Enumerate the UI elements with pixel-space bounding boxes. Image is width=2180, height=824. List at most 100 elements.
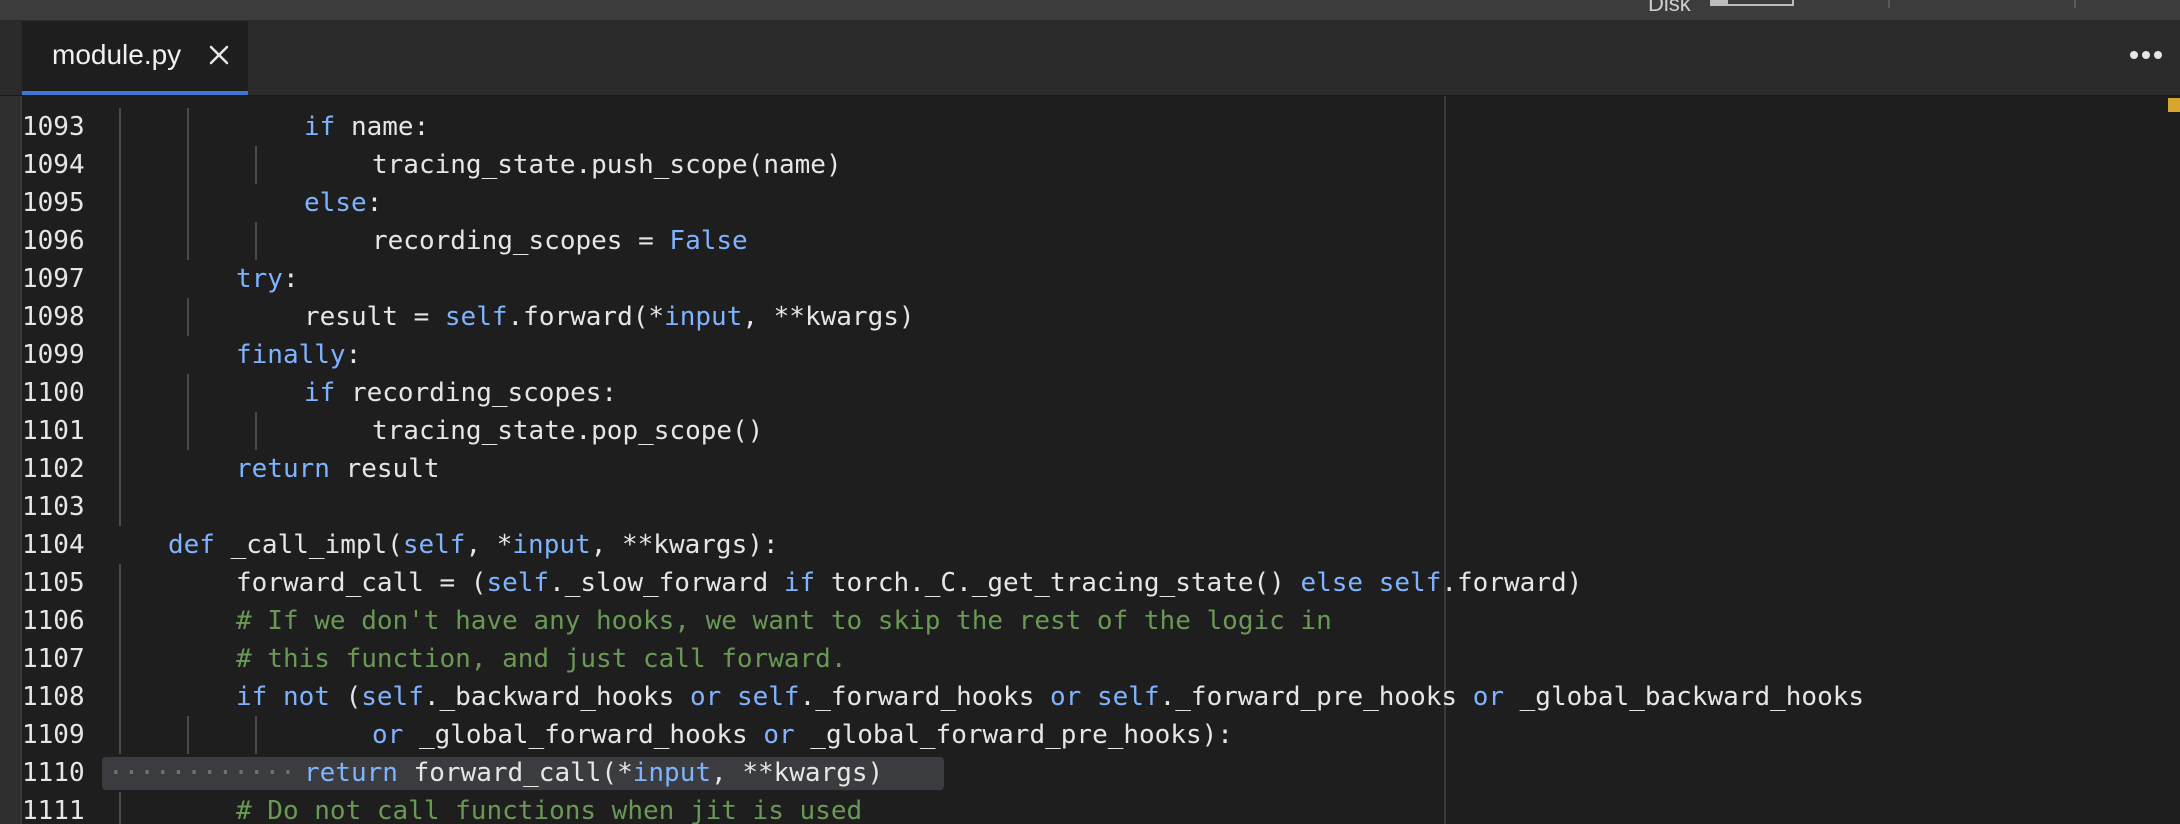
indent-guide bbox=[119, 336, 121, 374]
keyword-token: or bbox=[689, 682, 722, 712]
code-line[interactable]: 1099 finally: bbox=[22, 336, 2180, 374]
indent-guide bbox=[119, 108, 121, 146]
code-line[interactable]: 1111 # Do not call functions when jit is … bbox=[22, 792, 2180, 824]
line-number: 1096 bbox=[22, 226, 85, 256]
status-strip: Disk bbox=[0, 0, 2180, 21]
keyword-token: self bbox=[361, 682, 424, 712]
keyword-token: or bbox=[1472, 682, 1504, 712]
code-token: ( bbox=[329, 682, 362, 712]
keyword-token: finally bbox=[236, 340, 346, 370]
line-number: 1098 bbox=[22, 302, 85, 332]
code-token: result bbox=[329, 454, 440, 484]
code-text: # Do not call functions when jit is used bbox=[236, 792, 862, 824]
code-text: tracing_state.pop_scope() bbox=[372, 412, 763, 450]
keyword-token: False bbox=[669, 226, 748, 256]
keyword-token: or bbox=[763, 720, 795, 750]
keyword-token: or bbox=[372, 720, 404, 750]
code-line[interactable]: 1098 result = self.forward(*input, **kwar… bbox=[22, 298, 2180, 336]
disk-usage-bar bbox=[1710, 0, 1794, 6]
code-text: finally: bbox=[236, 336, 361, 374]
keyword-token: self bbox=[1096, 682, 1160, 712]
keyword-token: if not bbox=[236, 682, 330, 712]
line-number: 1108 bbox=[22, 682, 85, 712]
keyword-token: def bbox=[168, 530, 215, 560]
code-line[interactable]: 1104 def _call_impl(self, *input, **kwarg… bbox=[22, 526, 2180, 564]
code-token: _global_forward_hooks bbox=[403, 720, 764, 750]
line-number: 1102 bbox=[22, 454, 85, 484]
code-token: result = bbox=[304, 302, 445, 332]
indent-guide bbox=[119, 716, 121, 754]
indent-guide bbox=[187, 412, 189, 450]
line-number: 1105 bbox=[22, 568, 85, 598]
tab-module-py[interactable]: module.py bbox=[22, 21, 248, 95]
code-line[interactable]: 1094 tracing_state.push_scope(name) bbox=[22, 146, 2180, 184]
keyword-token: if bbox=[304, 112, 336, 142]
keyword-token: if bbox=[304, 378, 336, 408]
indent-guide bbox=[187, 184, 189, 222]
code-token: ._slow_forward bbox=[549, 568, 784, 598]
keyword-token: self bbox=[402, 530, 466, 560]
code-text: if not (self._backward_hooks or self._fo… bbox=[236, 678, 1864, 716]
code-line[interactable]: 1107 # this function, and just call forwa… bbox=[22, 640, 2180, 678]
code-line[interactable]: ············ 1110 return forward_call(*inp… bbox=[22, 754, 2180, 792]
indent-guide bbox=[119, 222, 121, 260]
code-token: .forward(* bbox=[507, 302, 665, 332]
keyword-token: self bbox=[1378, 568, 1442, 598]
line-number: 1099 bbox=[22, 340, 85, 370]
line-number: 1107 bbox=[22, 644, 85, 674]
code-line[interactable]: 1100 if recording_scopes: bbox=[22, 374, 2180, 412]
keyword-token: or bbox=[1050, 682, 1082, 712]
code-line[interactable]: 1109 or _global_forward_hooks or _global_… bbox=[22, 716, 2180, 754]
line-number: 1109 bbox=[22, 720, 85, 750]
line-number: 1101 bbox=[22, 416, 85, 446]
line-number: 1100 bbox=[22, 378, 85, 408]
keyword-token: self bbox=[736, 682, 800, 712]
code-line[interactable]: 1102 return result bbox=[22, 450, 2180, 488]
indent-guide bbox=[119, 564, 121, 602]
close-icon[interactable] bbox=[204, 40, 234, 70]
code-token: , **kwargs): bbox=[590, 530, 779, 560]
indent-guide bbox=[187, 222, 189, 260]
indent-guide bbox=[119, 488, 121, 526]
keyword-token: try bbox=[236, 264, 283, 294]
indent-guide bbox=[119, 792, 121, 824]
indent-guide bbox=[255, 146, 257, 184]
comment-token: # If we don't have any hooks, we want to… bbox=[236, 606, 1332, 636]
code-text: or _global_forward_hooks or _global_forw… bbox=[372, 716, 1233, 754]
indent-guide bbox=[119, 678, 121, 716]
code-text: recording_scopes = False bbox=[372, 222, 748, 260]
code-editor[interactable]: 1093 if name: 1094 tracing_state.push_scope… bbox=[22, 96, 2180, 824]
code-text: try: bbox=[236, 260, 299, 298]
code-text: if name: bbox=[304, 108, 429, 146]
line-number: 1104 bbox=[22, 530, 85, 560]
code-token: _global_forward_pre_hooks): bbox=[794, 720, 1233, 750]
code-text: def _call_impl(self, *input, **kwargs): bbox=[168, 526, 779, 564]
keyword-token: input bbox=[664, 302, 743, 332]
keyword-token: else bbox=[1300, 568, 1364, 598]
code-line[interactable]: 1106 # If we don't have any hooks, we wan… bbox=[22, 602, 2180, 640]
code-line[interactable]: 1093 if name: bbox=[22, 108, 2180, 146]
indent-guide bbox=[119, 374, 121, 412]
code-token: name: bbox=[335, 112, 430, 142]
indent-guide bbox=[255, 412, 257, 450]
code-text: return forward_call(*input, **kwargs) bbox=[304, 754, 883, 792]
line-number: 1095 bbox=[22, 188, 85, 218]
code-line[interactable]: 1108 if not (self._backward_hooks or self… bbox=[22, 678, 2180, 716]
keyword-token: input bbox=[512, 530, 591, 560]
indent-guide bbox=[119, 412, 121, 450]
code-token: ._forward_pre_hooks bbox=[1159, 682, 1473, 712]
code-token: _call_impl( bbox=[214, 530, 403, 560]
code-line[interactable]: 1101 tracing_state.pop_scope() bbox=[22, 412, 2180, 450]
code-line[interactable]: 1096 recording_scopes = False bbox=[22, 222, 2180, 260]
code-line[interactable]: 1105 forward_call = (self._slow_forward i… bbox=[22, 564, 2180, 602]
code-token: .forward) bbox=[1441, 568, 1583, 598]
code-line[interactable]: 1095 else: bbox=[22, 184, 2180, 222]
indent-guide bbox=[119, 602, 121, 640]
code-line[interactable]: 1097 try: bbox=[22, 260, 2180, 298]
code-token: , * bbox=[465, 530, 513, 560]
code-line[interactable]: 1103 bbox=[22, 488, 2180, 526]
code-text: # If we don't have any hooks, we want to… bbox=[236, 602, 1332, 640]
indent-guide bbox=[187, 716, 189, 754]
more-horizontal-icon[interactable] bbox=[2126, 43, 2166, 67]
